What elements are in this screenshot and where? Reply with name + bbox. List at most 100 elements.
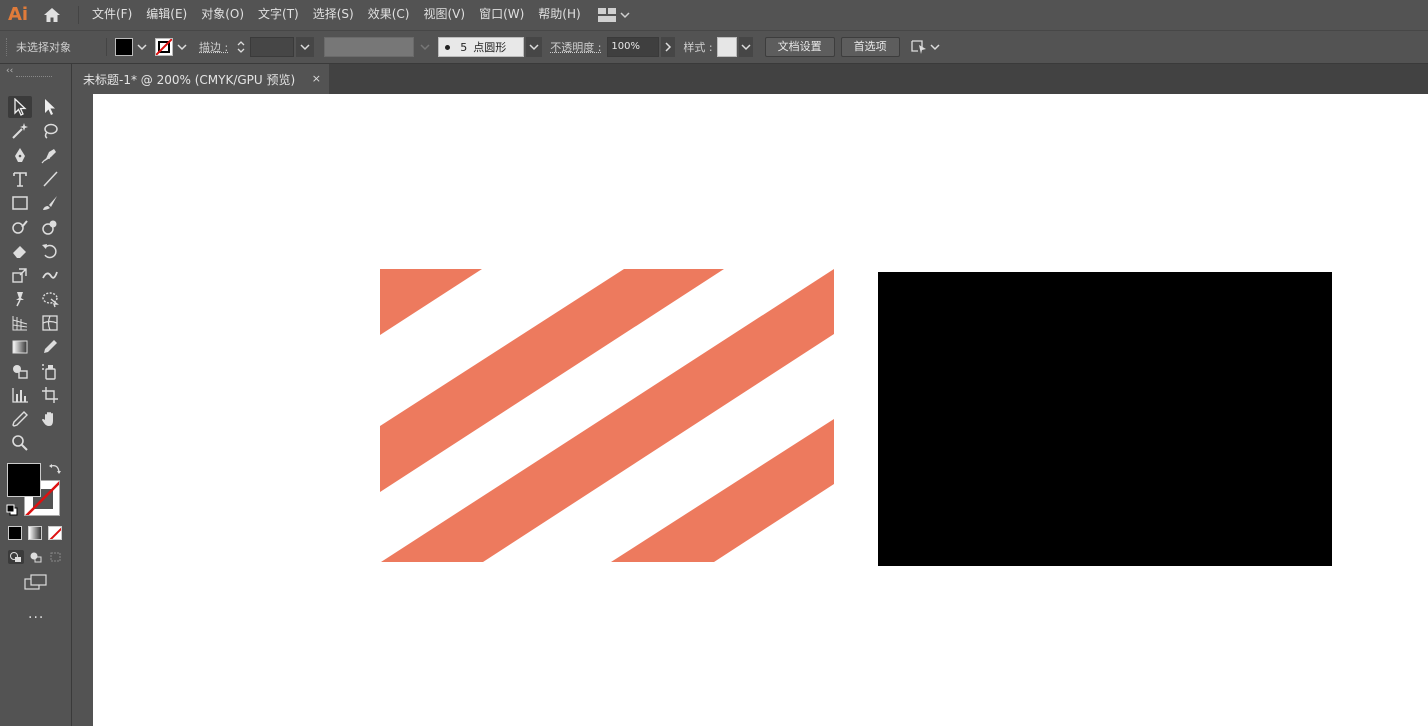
opacity-label[interactable]: 不透明度 : bbox=[550, 39, 601, 55]
rotate-tool-icon[interactable] bbox=[38, 240, 62, 262]
menu-separator bbox=[78, 6, 79, 24]
chevron-down-icon bbox=[418, 40, 432, 54]
menu-view[interactable]: 视图(V) bbox=[416, 0, 472, 30]
control-separator bbox=[106, 38, 107, 56]
stroke-swatch[interactable] bbox=[155, 38, 173, 56]
preferences-button[interactable]: 首选项 bbox=[841, 37, 900, 57]
opacity-input[interactable]: 100% bbox=[607, 37, 659, 57]
canvas-area[interactable] bbox=[73, 94, 1428, 726]
document-tab-strip: 未标题-1* @ 200% (CMYK/GPU 预览) × bbox=[73, 64, 1428, 94]
curvature-tool-icon[interactable] bbox=[38, 144, 62, 166]
menu-type[interactable]: 文字(T) bbox=[251, 0, 306, 30]
close-icon[interactable]: × bbox=[312, 72, 321, 85]
workspace-grid-icon bbox=[598, 8, 616, 22]
paintbrush-tool-icon[interactable] bbox=[38, 192, 62, 214]
panel-grip[interactable] bbox=[6, 38, 10, 56]
brush-definition[interactable]: 5 点圆形 bbox=[438, 37, 524, 57]
control-bar: 未选择对象 描边 : 5 点圆形 不透明度 : 100% 样式 : 文档设置 首… bbox=[0, 30, 1428, 64]
menu-file[interactable]: 文件(F) bbox=[85, 0, 139, 30]
stripe-group[interactable] bbox=[380, 269, 834, 562]
selection-tool-icon[interactable] bbox=[8, 96, 32, 118]
graphic-style-swatch[interactable] bbox=[717, 37, 737, 57]
menu-object[interactable]: 对象(O) bbox=[194, 0, 251, 30]
chevron-down-icon[interactable] bbox=[135, 40, 149, 54]
color-mode-icon[interactable] bbox=[8, 526, 22, 540]
draw-normal-icon[interactable] bbox=[8, 550, 24, 564]
scale-tool-icon[interactable] bbox=[8, 264, 32, 286]
warp-tool-icon[interactable] bbox=[38, 264, 62, 286]
pen-tool-icon[interactable] bbox=[8, 144, 32, 166]
free-transform-tool-icon[interactable] bbox=[38, 288, 62, 310]
none-mode-icon[interactable] bbox=[48, 526, 62, 540]
stroke-stepper-icon[interactable] bbox=[234, 40, 248, 54]
brush-shape: 点圆形 bbox=[473, 39, 506, 55]
menu-bar: Ai 文件(F) 编辑(E) 对象(O) 文字(T) 选择(S) 效果(C) 视… bbox=[0, 0, 1428, 30]
hand-tool-icon[interactable] bbox=[38, 408, 62, 430]
collapse-panel-icon[interactable]: ‹‹ bbox=[6, 66, 13, 76]
style-label: 样式 : bbox=[683, 39, 712, 55]
chevron-down-icon[interactable] bbox=[296, 37, 314, 57]
illustrator-window: Ai 文件(F) 编辑(E) 对象(O) 文字(T) 选择(S) 效果(C) 视… bbox=[0, 0, 1428, 726]
perspective-grid-tool-icon[interactable] bbox=[8, 312, 32, 334]
screen-mode-icon[interactable] bbox=[24, 574, 48, 595]
line-segment-tool-icon[interactable] bbox=[38, 168, 62, 190]
home-icon[interactable] bbox=[36, 0, 68, 30]
panel-grip[interactable] bbox=[16, 76, 52, 78]
artboard-tool-icon[interactable] bbox=[38, 384, 62, 406]
eraser-tool-icon[interactable] bbox=[8, 240, 32, 262]
lasso-tool-icon[interactable] bbox=[38, 120, 62, 142]
brush-size: 5 bbox=[460, 41, 467, 54]
gradient-mode-icon[interactable] bbox=[28, 526, 42, 540]
stroke-weight-input[interactable] bbox=[250, 37, 294, 57]
menu-help[interactable]: 帮助(H) bbox=[531, 0, 587, 30]
draw-behind-icon[interactable] bbox=[28, 550, 44, 564]
symbol-sprayer-tool-icon[interactable] bbox=[38, 360, 62, 382]
direct-selection-tool-icon[interactable] bbox=[38, 96, 62, 118]
arrange-documents-control[interactable] bbox=[910, 39, 940, 55]
shape-builder-tool-icon[interactable] bbox=[8, 360, 32, 382]
chevron-down-icon bbox=[620, 11, 630, 19]
menu-edit[interactable]: 编辑(E) bbox=[139, 0, 194, 30]
mesh-tool-icon[interactable] bbox=[38, 312, 62, 334]
menu-window[interactable]: 窗口(W) bbox=[472, 0, 531, 30]
type-tool-icon[interactable] bbox=[8, 168, 32, 190]
chevron-down-icon bbox=[930, 43, 940, 51]
selection-status: 未选择对象 bbox=[16, 39, 102, 55]
edit-toolbar-button[interactable]: ... bbox=[28, 606, 44, 622]
draw-inside-icon[interactable] bbox=[48, 550, 64, 564]
rectangle-tool-icon[interactable] bbox=[8, 192, 32, 214]
slice-tool-icon[interactable] bbox=[8, 408, 32, 430]
swap-fill-stroke-icon[interactable] bbox=[48, 462, 62, 479]
app-logo: Ai bbox=[0, 0, 36, 30]
chevron-down-icon[interactable] bbox=[739, 37, 753, 57]
document-setup-button[interactable]: 文档设置 bbox=[765, 37, 835, 57]
chevron-down-icon[interactable] bbox=[526, 37, 542, 57]
tools-panel: ‹‹ ... bbox=[0, 64, 72, 726]
artwork bbox=[73, 94, 1428, 726]
chevron-right-icon[interactable] bbox=[661, 37, 675, 57]
puppet-warp-tool-icon[interactable] bbox=[8, 288, 32, 310]
zoom-tool-icon[interactable] bbox=[8, 432, 32, 454]
stripe-1[interactable] bbox=[380, 269, 482, 335]
fill-color-box[interactable] bbox=[7, 463, 41, 497]
pin-select-icon bbox=[910, 39, 928, 55]
blob-brush-tool-icon[interactable] bbox=[38, 216, 62, 238]
stroke-label[interactable]: 描边 : bbox=[199, 39, 228, 55]
chevron-down-icon[interactable] bbox=[175, 40, 189, 54]
workspace-switcher[interactable] bbox=[598, 8, 630, 22]
menu-effect[interactable]: 效果(C) bbox=[361, 0, 417, 30]
black-rectangle[interactable] bbox=[878, 272, 1332, 566]
variable-width-profile[interactable] bbox=[324, 37, 414, 57]
brush-dot-icon bbox=[445, 45, 450, 50]
gradient-tool-icon[interactable] bbox=[8, 336, 32, 358]
magic-wand-tool-icon[interactable] bbox=[8, 120, 32, 142]
column-graph-tool-icon[interactable] bbox=[8, 384, 32, 406]
default-fill-stroke-icon[interactable] bbox=[6, 504, 18, 519]
fill-swatch[interactable] bbox=[115, 38, 133, 56]
eyedropper-tool-icon[interactable] bbox=[38, 336, 62, 358]
document-tab[interactable]: 未标题-1* @ 200% (CMYK/GPU 预览) × bbox=[73, 64, 329, 94]
shaper-tool-icon[interactable] bbox=[8, 216, 32, 238]
canvas-left-gutter bbox=[73, 94, 93, 726]
document-tab-title: 未标题-1* @ 200% (CMYK/GPU 预览) bbox=[83, 71, 295, 88]
menu-select[interactable]: 选择(S) bbox=[306, 0, 361, 30]
